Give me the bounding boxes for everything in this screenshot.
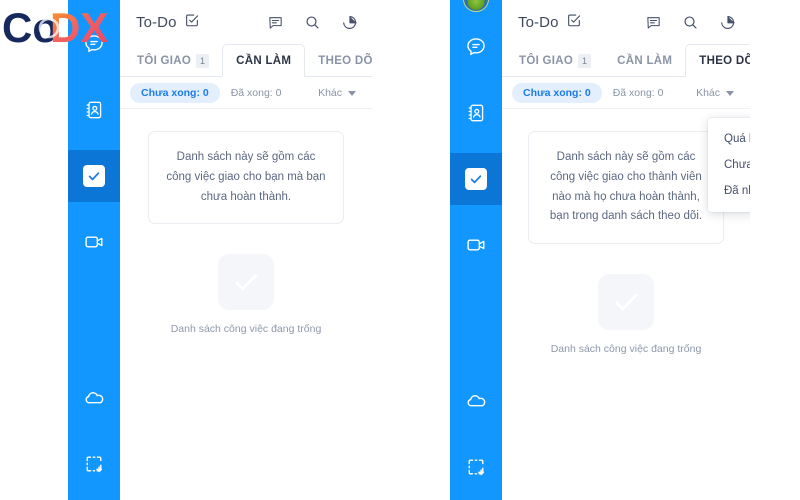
menu-item-qua-han[interactable]: Quá hạn (0) bbox=[708, 126, 750, 152]
info-card: Danh sách này sẽ gồm các công việc giao … bbox=[148, 131, 344, 225]
right-tabs: TÔI GIAO 1 CẦN LÀM THEO DÕI bbox=[502, 44, 750, 77]
comment-icon[interactable] bbox=[267, 14, 284, 31]
tab-label: CẦN LÀM bbox=[236, 54, 292, 67]
page-title: To-Do bbox=[136, 13, 177, 31]
sidebar-item-contacts[interactable] bbox=[450, 87, 502, 139]
todo-edit-icon bbox=[184, 12, 200, 32]
tab-toi-giao[interactable]: TÔI GIAO 1 bbox=[124, 44, 222, 77]
cloud-icon bbox=[465, 390, 488, 413]
tab-theo-doi[interactable]: THEO DÕI bbox=[305, 44, 372, 77]
sidebar-item-contacts[interactable] bbox=[68, 84, 120, 136]
left-filters: Chưa xong: 0 Đã xong: 0 Khác bbox=[120, 77, 372, 109]
chart-icon[interactable] bbox=[341, 14, 358, 31]
empty-state: Danh sách công việc đang trống bbox=[502, 274, 750, 355]
sidebar-item-chat[interactable] bbox=[68, 18, 120, 70]
meeting-icon bbox=[465, 234, 487, 256]
filter-more-dropdown[interactable]: Khác bbox=[696, 87, 740, 99]
tab-toi-giao[interactable]: TÔI GIAO 1 bbox=[506, 44, 604, 77]
filter-more-menu: Quá hạn (0) Chưa nhận (0) Đã nhận (0) bbox=[708, 118, 750, 212]
contacts-icon bbox=[465, 102, 487, 124]
tab-label: CẦN LÀM bbox=[617, 54, 673, 67]
todo-check-icon bbox=[465, 168, 487, 190]
tab-theo-doi[interactable]: THEO DÕI bbox=[685, 44, 750, 77]
todo-edit-icon bbox=[566, 12, 582, 32]
right-content: To-Do TÔI GIAO 1 CẦN LÀM THEO DÕ Chưa xo… bbox=[502, 0, 750, 500]
filter-more-dropdown[interactable]: Khác bbox=[318, 87, 362, 99]
left-header-icons bbox=[267, 14, 358, 31]
sidebar-item-todo[interactable] bbox=[68, 150, 120, 202]
left-content: To-Do TÔI GIAO 1 CẦN LÀM THEO DÕI Chưa x… bbox=[120, 0, 372, 500]
filter-chip-chua-xong[interactable]: Chưa xong: 0 bbox=[130, 83, 220, 103]
page-title: To-Do bbox=[518, 13, 559, 31]
search-icon[interactable] bbox=[682, 14, 699, 31]
sidebar-item-apps-add[interactable] bbox=[68, 438, 120, 490]
comment-icon[interactable] bbox=[645, 14, 662, 31]
tab-label: THEO DÕI bbox=[699, 54, 750, 67]
empty-state-label: Danh sách công việc đang trống bbox=[170, 323, 322, 336]
sidebar-item-apps-add[interactable] bbox=[450, 441, 502, 493]
filter-more-label: Khác bbox=[318, 87, 342, 99]
apps-add-icon bbox=[83, 453, 105, 475]
tab-can-lam[interactable]: CẦN LÀM bbox=[604, 44, 685, 77]
sidebar-item-meeting[interactable] bbox=[68, 216, 120, 268]
right-header: To-Do bbox=[502, 0, 750, 44]
svg-text:Co: Co bbox=[2, 4, 58, 51]
filter-chip-da-xong[interactable]: Đã xong: 0 bbox=[602, 83, 675, 103]
empty-state-label: Danh sách công việc đang trống bbox=[550, 343, 702, 356]
filter-chip-chua-xong[interactable]: Chưa xong: 0 bbox=[512, 83, 602, 103]
chevron-down-icon bbox=[726, 90, 734, 96]
sidebar-item-cloud[interactable] bbox=[68, 372, 120, 424]
left-tabs: TÔI GIAO 1 CẦN LÀM THEO DÕI bbox=[120, 44, 372, 77]
sidebar-item-meeting[interactable] bbox=[450, 219, 502, 271]
tab-badge: 1 bbox=[578, 53, 592, 68]
right-filters: Chưa xong: 0 Đã xong: 0 Khác bbox=[502, 77, 750, 109]
todo-check-icon bbox=[83, 165, 105, 187]
sidebar-item-cloud[interactable] bbox=[450, 375, 502, 427]
info-card: Danh sách này sẽ gồm các công việc giao … bbox=[528, 131, 724, 245]
filter-chip-da-xong[interactable]: Đã xong: 0 bbox=[220, 83, 293, 103]
tab-badge: 1 bbox=[196, 53, 210, 68]
chat-icon bbox=[465, 36, 487, 58]
contacts-icon bbox=[83, 99, 105, 121]
apps-add-icon bbox=[465, 456, 487, 478]
panel-left: To-Do TÔI GIAO 1 CẦN LÀM THEO DÕI Chưa x… bbox=[68, 0, 372, 500]
empty-state: Danh sách công việc đang trống bbox=[120, 254, 372, 335]
left-header: To-Do bbox=[120, 0, 372, 44]
page-title-group: To-Do bbox=[136, 12, 200, 32]
empty-check-icon bbox=[218, 254, 274, 311]
menu-item-chua-nhan[interactable]: Chưa nhận (0) bbox=[708, 152, 750, 178]
chat-icon bbox=[83, 33, 105, 55]
right-app-sidebar bbox=[450, 0, 502, 500]
menu-item-da-nhan[interactable]: Đã nhận (0) bbox=[708, 178, 750, 204]
tab-label: THEO DÕI bbox=[318, 54, 372, 67]
sidebar-item-todo[interactable] bbox=[450, 153, 502, 205]
tab-can-lam[interactable]: CẦN LÀM bbox=[222, 44, 306, 77]
empty-check-icon bbox=[598, 274, 654, 331]
filter-more-label: Khác bbox=[696, 87, 720, 99]
meeting-icon bbox=[83, 231, 105, 253]
tab-label: TÔI GIAO bbox=[137, 54, 192, 67]
tab-label: TÔI GIAO bbox=[519, 54, 574, 67]
left-body: Danh sách này sẽ gồm các công việc giao … bbox=[120, 109, 372, 335]
right-header-icons bbox=[645, 14, 736, 31]
left-app-sidebar bbox=[68, 0, 120, 500]
chart-icon[interactable] bbox=[719, 14, 736, 31]
cloud-icon bbox=[83, 387, 106, 410]
page-title-group: To-Do bbox=[518, 12, 582, 32]
chevron-down-icon bbox=[348, 90, 356, 96]
panel-right: To-Do TÔI GIAO 1 CẦN LÀM THEO DÕ Chưa xo… bbox=[450, 0, 750, 500]
screenshot-root: To-Do TÔI GIAO 1 CẦN LÀM THEO DÕI Chưa x… bbox=[0, 0, 800, 500]
sidebar-item-chat[interactable] bbox=[450, 21, 502, 73]
search-icon[interactable] bbox=[304, 14, 321, 31]
avatar[interactable] bbox=[463, 0, 489, 12]
